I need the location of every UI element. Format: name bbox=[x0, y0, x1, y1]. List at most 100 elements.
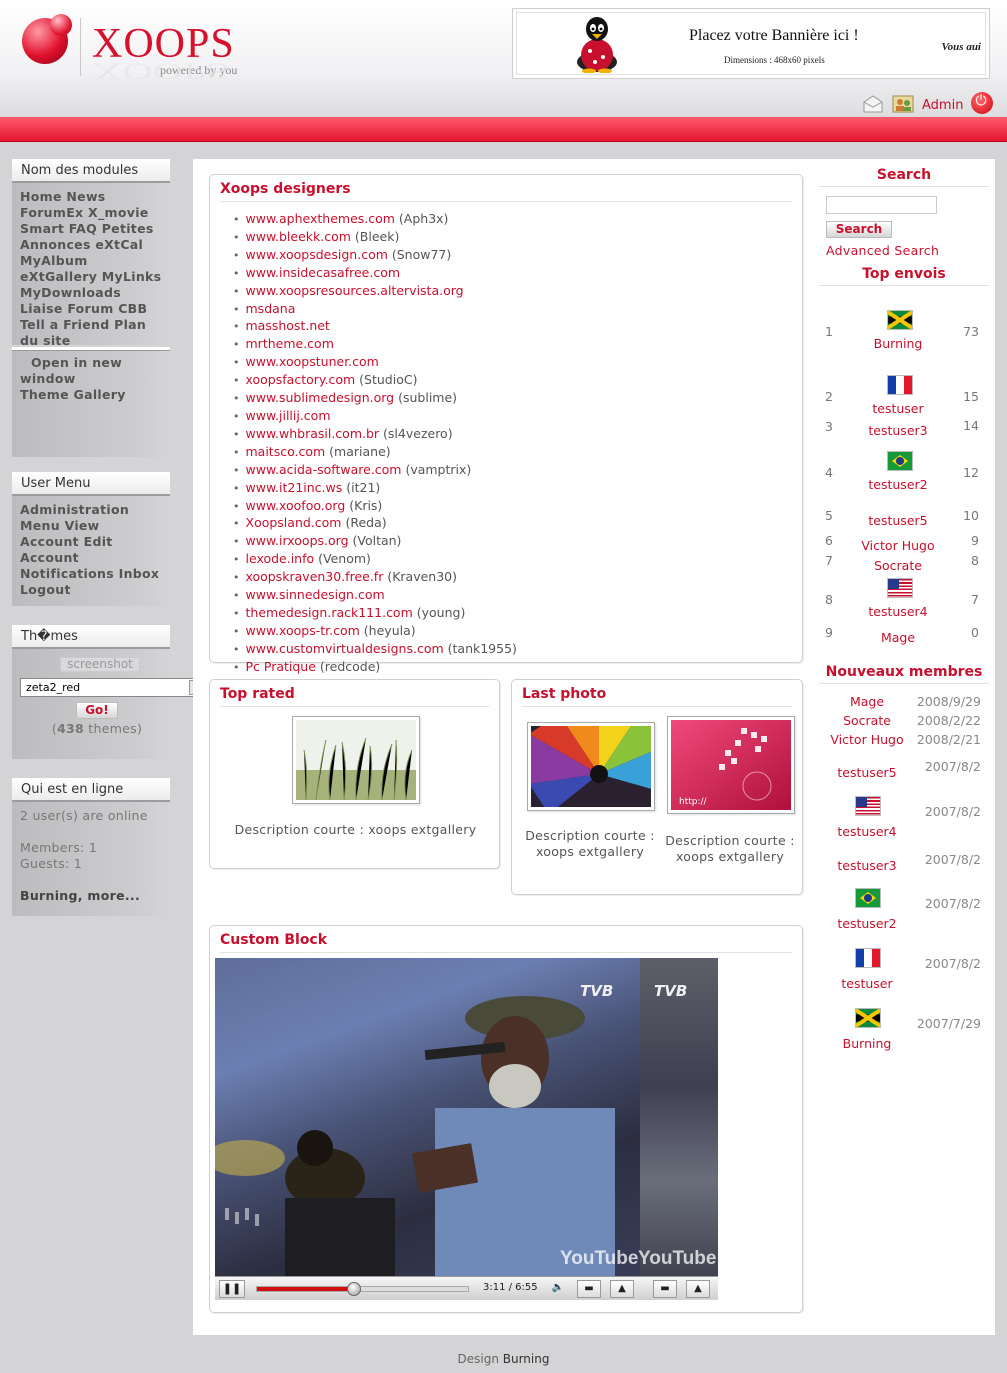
top-poster-name[interactable]: testuser4 bbox=[853, 604, 943, 619]
designer-item: www.xoofoo.org (Kris) bbox=[233, 498, 517, 516]
modules-list[interactable]: Home News ForumEx X_movie Smart FAQ Peti… bbox=[12, 183, 170, 357]
resize-player-button-2[interactable]: ▬ bbox=[653, 1280, 677, 1298]
designer-link[interactable]: www.sinnedesign.com bbox=[246, 587, 385, 602]
designer-link[interactable]: www.sublimedesign.org bbox=[246, 390, 395, 405]
designer-item: xoopskraven30.free.fr (Kraven30) bbox=[233, 569, 517, 587]
designer-link[interactable]: xoopsfactory.com bbox=[246, 372, 356, 387]
designer-link[interactable]: www.xoopsdesign.com bbox=[246, 247, 388, 262]
designer-link[interactable]: maitsco.com bbox=[246, 444, 326, 459]
designers-list: www.aphexthemes.com (Aph3x)www.bleekk.co… bbox=[233, 211, 517, 677]
flag-icon bbox=[887, 451, 913, 471]
top-poster-name[interactable]: Burning bbox=[853, 336, 943, 351]
inbox-envelope-icon[interactable] bbox=[862, 94, 884, 114]
designer-link[interactable]: www.xoopsresources.altervista.org bbox=[246, 283, 464, 298]
top-rated-thumbnail[interactable] bbox=[292, 716, 420, 804]
open-new-window-label-2[interactable]: window bbox=[20, 371, 162, 387]
designer-item: www.aphexthemes.com (Aph3x) bbox=[233, 211, 517, 229]
new-member-name[interactable]: testuser bbox=[823, 976, 911, 991]
designer-link[interactable]: msdana bbox=[246, 301, 296, 316]
video-progress-bar[interactable] bbox=[256, 1282, 469, 1296]
menu-expand-button-2[interactable]: ▲ bbox=[686, 1280, 710, 1298]
youtube-video-player[interactable]: TVB YouTube TVB YouTube ❚❚ 3:11 / 6:55 🔈… bbox=[215, 958, 718, 1300]
online-block-title: Qui est en ligne bbox=[12, 778, 170, 802]
designer-link[interactable]: mrtheme.com bbox=[246, 336, 334, 351]
top-poster-name[interactable]: testuser3 bbox=[853, 423, 943, 438]
theme-select[interactable]: zeta2_red ▼ bbox=[20, 678, 205, 697]
new-member-name[interactable]: testuser4 bbox=[823, 824, 911, 839]
new-member-name[interactable]: Victor Hugo bbox=[823, 732, 911, 747]
search-input[interactable] bbox=[826, 196, 937, 214]
designer-link[interactable]: www.irxoops.org bbox=[246, 533, 349, 548]
theme-gallery-link[interactable]: Theme Gallery bbox=[20, 387, 162, 403]
logout-power-icon[interactable] bbox=[971, 92, 994, 114]
designer-link[interactable]: www.xoofoo.org bbox=[246, 498, 346, 513]
designer-link[interactable]: www.customvirtualdesigns.com bbox=[246, 641, 444, 656]
new-member-name[interactable]: testuser3 bbox=[823, 858, 911, 873]
resize-player-button[interactable]: ▬ bbox=[577, 1280, 601, 1298]
top-poster-name[interactable]: testuser2 bbox=[853, 477, 943, 492]
theme-go-button[interactable]: Go! bbox=[76, 702, 118, 719]
top-poster-name[interactable]: Socrate bbox=[853, 558, 943, 573]
volume-icon[interactable]: 🔈 bbox=[548, 1280, 568, 1298]
open-new-window-label[interactable]: Open in new bbox=[20, 355, 162, 371]
new-member-name[interactable]: Burning bbox=[823, 1036, 911, 1051]
footer-design-author[interactable]: Burning bbox=[503, 1352, 550, 1366]
search-button[interactable]: Search bbox=[826, 221, 892, 238]
themes-count: (438 themes) bbox=[12, 721, 182, 736]
designer-item: maitsco.com (mariane) bbox=[233, 444, 517, 462]
online-guests: Guests: 1 bbox=[20, 856, 83, 871]
top-poster-count: 12 bbox=[963, 465, 979, 480]
concert-singer-scene-icon bbox=[215, 996, 615, 1276]
online-more-link[interactable]: Burning, more... bbox=[20, 888, 162, 904]
video-frame-main[interactable]: TVB YouTube bbox=[215, 958, 640, 1276]
tvb-watermark-2: TVB bbox=[654, 982, 688, 1000]
top-poster-name[interactable]: testuser5 bbox=[853, 513, 943, 528]
top-poster-rank: 9 bbox=[825, 625, 833, 640]
banner-ad[interactable]: Placez votre Bannière ici ! Dimensions :… bbox=[512, 8, 990, 79]
user-menu-list[interactable]: Administration Menu View Account Edit Ac… bbox=[12, 496, 170, 606]
designer-link[interactable]: www.whbrasil.com.br bbox=[246, 426, 380, 441]
new-member-name[interactable]: Mage bbox=[823, 694, 911, 709]
designer-link[interactable]: xoopskraven30.free.fr bbox=[246, 569, 384, 584]
themes-block-title: Th�mes bbox=[12, 625, 170, 649]
designer-link[interactable]: www.acida-software.com bbox=[246, 462, 402, 477]
advanced-search-link[interactable]: Advanced Search bbox=[826, 243, 939, 258]
pause-button[interactable]: ❚❚ bbox=[219, 1280, 245, 1298]
top-poster-name[interactable]: Mage bbox=[853, 630, 943, 645]
banner-side-text: Vous aui bbox=[941, 41, 981, 53]
designer-link[interactable]: www.aphexthemes.com bbox=[246, 211, 395, 226]
admin-link[interactable]: Admin bbox=[922, 98, 963, 113]
designer-link[interactable]: www.xoopstuner.com bbox=[246, 354, 379, 369]
designer-link[interactable]: Pc Pratique bbox=[246, 659, 316, 674]
new-member-date: 2008/2/22 bbox=[916, 713, 981, 728]
designer-link[interactable]: Xoopsland.com bbox=[246, 515, 342, 530]
new-member-date: 2008/2/21 bbox=[916, 732, 981, 747]
designer-link[interactable]: www.it21inc.ws bbox=[246, 480, 343, 495]
designer-link[interactable]: www.insidecasafree.com bbox=[246, 265, 401, 280]
menu-expand-button[interactable]: ▲ bbox=[610, 1280, 634, 1298]
top-poster-name[interactable]: testuser bbox=[853, 401, 943, 416]
modules-block-title: Nom des modules bbox=[12, 159, 170, 183]
designer-link[interactable]: www.jillij.com bbox=[246, 408, 331, 423]
last-photo-thumbnail-2[interactable]: http:// bbox=[667, 716, 795, 814]
members-icon[interactable] bbox=[892, 94, 914, 114]
designer-item: www.insidecasafree.com bbox=[233, 265, 517, 283]
video-scrubber-knob[interactable] bbox=[347, 1282, 362, 1296]
designer-item: www.customvirtualdesigns.com (tank1955) bbox=[233, 641, 517, 659]
designer-link[interactable]: themedesign.rack111.com bbox=[246, 605, 413, 620]
new-member-name[interactable]: testuser5 bbox=[823, 765, 911, 780]
designer-link[interactable]: www.xoops-tr.com bbox=[246, 623, 360, 638]
new-member-name[interactable]: Socrate bbox=[823, 713, 911, 728]
top-poster-name[interactable]: Victor Hugo bbox=[853, 538, 943, 553]
last-photo-caption-1: Description courte : xoops extgallery bbox=[525, 828, 655, 859]
theme-select-value: zeta2_red bbox=[26, 681, 81, 694]
designer-link[interactable]: masshost.net bbox=[246, 318, 330, 333]
designer-nick: (Voltan) bbox=[348, 533, 402, 549]
video-frame-side[interactable]: TVB YouTube bbox=[638, 958, 718, 1276]
designer-link[interactable]: www.bleekk.com bbox=[246, 229, 351, 244]
designer-item: www.sublimedesign.org (sublime) bbox=[233, 390, 517, 408]
designer-link[interactable]: lexode.info bbox=[246, 551, 315, 566]
new-member-name[interactable]: testuser2 bbox=[823, 916, 911, 931]
last-photo-thumbnail-1[interactable] bbox=[527, 704, 669, 814]
top-poster-rank: 1 bbox=[825, 324, 833, 339]
